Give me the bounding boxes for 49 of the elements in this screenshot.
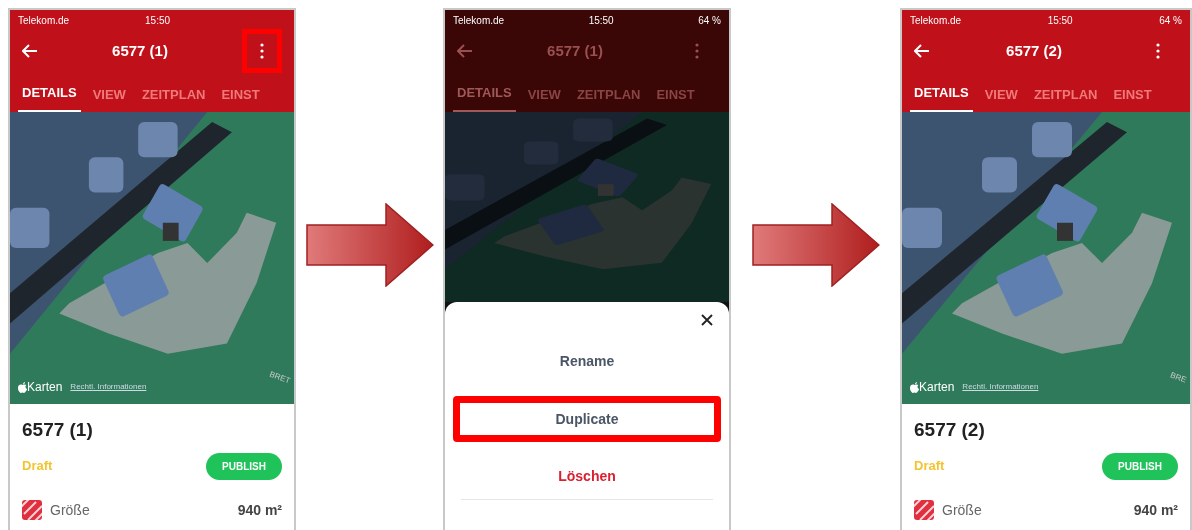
time-label: 15:50 — [145, 13, 171, 28]
battery-label: 64 % — [698, 13, 721, 28]
more-icon — [1156, 43, 1160, 59]
time-label: 15:50 — [1047, 13, 1073, 28]
street-label: BRE — [1168, 369, 1188, 387]
status-label: Draft — [914, 457, 945, 476]
more-icon — [260, 43, 264, 59]
tab[interactable]: EINST — [217, 84, 264, 112]
legal-link[interactable]: Rechtl. Informationen — [70, 381, 147, 393]
publish-button[interactable]: PUBLISH — [1102, 452, 1178, 480]
time-label: 15:50 — [588, 13, 614, 28]
tab[interactable]: ZEITPLAN — [1029, 84, 1102, 112]
carrier-label: Telekom.de — [18, 13, 70, 28]
plot-name: 6577 (2) — [914, 418, 986, 442]
tab[interactable]: EINST — [652, 84, 699, 112]
battery-label: 64 % — [1159, 13, 1182, 28]
tab[interactable]: ZEITPLAN — [572, 84, 645, 112]
menu-item[interactable]: Rename — [461, 338, 713, 384]
area-value: 940 m² — [237, 500, 282, 520]
hatched-area-icon — [22, 500, 42, 520]
hatched-area-icon — [914, 500, 934, 520]
maps-logo: Karten — [18, 378, 63, 396]
tab[interactable]: ZEITPLAN — [137, 84, 210, 112]
right-arrow-icon — [751, 203, 880, 287]
area-label: Größe — [942, 500, 982, 520]
more-menu-button[interactable] — [242, 29, 282, 73]
plot-name: 6577 (1) — [22, 418, 94, 442]
legal-link[interactable]: Rechtl. Informationen — [962, 381, 1039, 393]
back-icon[interactable] — [457, 44, 473, 58]
tab[interactable]: EINST — [1109, 84, 1156, 112]
area-label: Größe — [50, 500, 90, 520]
carrier-label: Telekom.de — [453, 13, 505, 28]
tab[interactable]: VIEW — [523, 84, 565, 112]
more-icon — [695, 43, 699, 59]
screen-title: 6577 (2) — [1006, 40, 1062, 61]
screen-title: 6577 (1) — [112, 40, 168, 61]
close-icon[interactable] — [701, 314, 713, 326]
status-label: Draft — [22, 457, 53, 476]
street-label: BRET — [267, 368, 292, 388]
publish-button[interactable]: PUBLISH — [206, 452, 282, 480]
tab[interactable]: VIEW — [980, 84, 1022, 112]
tab[interactable]: VIEW — [88, 84, 130, 112]
menu-item[interactable]: Duplicate — [453, 396, 721, 442]
right-arrow-icon — [305, 203, 434, 287]
carrier-label: Telekom.de — [910, 13, 962, 28]
area-value: 940 m² — [1133, 500, 1178, 520]
menu-item[interactable]: Löschen — [461, 454, 713, 500]
maps-logo: Karten — [910, 378, 955, 396]
screen-title: 6577 (1) — [547, 40, 603, 61]
